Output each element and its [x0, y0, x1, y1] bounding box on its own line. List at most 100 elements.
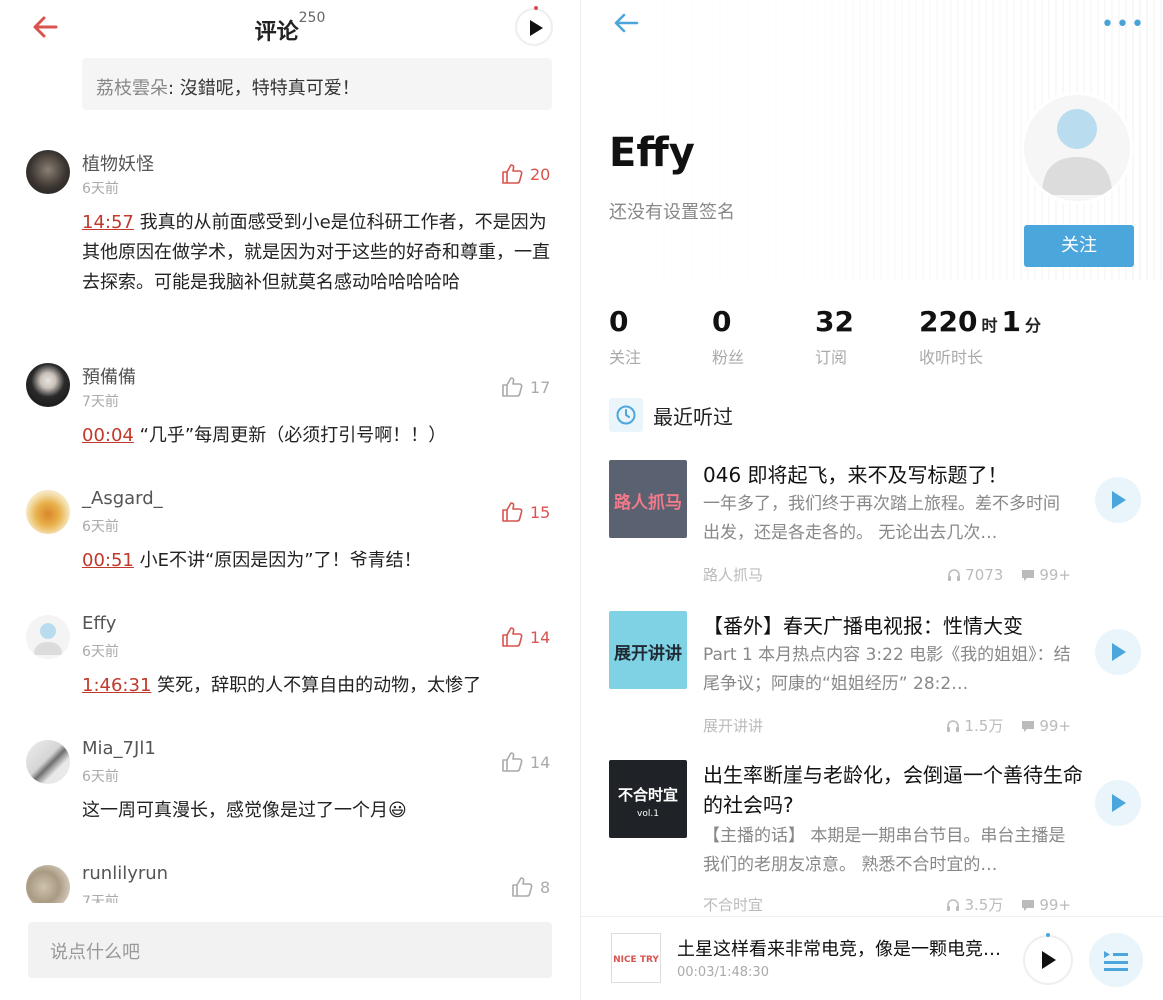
comment-text: 14:57 我真的从前面感受到小e是位科研工作者，不是因为其他原因在做学术，就是… [82, 212, 550, 293]
avatar[interactable] [26, 363, 70, 407]
comment-count: 250 [298, 10, 326, 26]
avatar[interactable] [26, 615, 70, 659]
comment-text: 00:04 “几乎”每周更新（必须打引号啊！！） [82, 425, 447, 446]
player-cover: NICE TRY [611, 933, 661, 983]
episode-item[interactable]: 展开讲讲 【番外】春天广播电视报：性情大变 Part 1 本月热点内容 3:22… [581, 611, 1163, 761]
player-play-button[interactable] [1023, 933, 1073, 985]
stat-subscriptions[interactable]: 32 订阅 [815, 305, 854, 368]
play-icon [1112, 491, 1126, 509]
avatar[interactable] [26, 490, 70, 534]
timestamp-link[interactable]: 00:04 [82, 425, 134, 446]
episode-description: 【主播的话】 本期是一期串台节目。串台主播是我们的老朋友凉意。 熟悉不合时宜的… [703, 826, 1066, 875]
default-avatar-icon [34, 623, 62, 655]
episode-play-button[interactable] [1095, 629, 1141, 675]
profile-avatar[interactable] [1021, 92, 1133, 204]
thumbs-up-icon [502, 752, 523, 772]
playlist-icon [1104, 951, 1128, 971]
comment-time: 7天前 [82, 394, 119, 410]
comment-time: 7天前 [82, 894, 119, 903]
comment-author[interactable]: Effy [82, 613, 116, 634]
comment-author[interactable]: Mia_7Jl1 [82, 738, 156, 759]
mini-player[interactable]: NICE TRY 土星这样看来非常电竞，像是一颗电竞… 00:03/1:48:3… [581, 916, 1163, 1000]
player-title: 土星这样看来非常电竞，像是一颗电竞… [677, 939, 1001, 960]
comment-author[interactable]: runlilyrun [82, 863, 168, 884]
cover-label: 不合时宜 [618, 786, 678, 804]
play-icon [530, 20, 543, 36]
now-playing-button[interactable] [515, 6, 553, 46]
follow-button[interactable]: 关注 [1024, 225, 1134, 267]
like-button[interactable]: 14 [500, 625, 550, 649]
episode-meta: 不合时宜 3.5万 99+ [703, 894, 1071, 915]
episode-item[interactable]: 路人抓马 046 即将起飞，来不及写标题了！ 一年多了，我们终于再次踏上旅程。差… [581, 460, 1163, 610]
play-icon [1112, 643, 1126, 661]
playlist-button[interactable] [1089, 933, 1143, 987]
stat-followers[interactable]: 0 粉丝 [712, 305, 744, 368]
like-button[interactable]: 15 [500, 500, 550, 524]
comment-time: 6天前 [82, 644, 119, 660]
avatar[interactable] [26, 740, 70, 784]
headphones-icon [948, 568, 961, 581]
episode-description: 一年多了，我们终于再次踏上旅程。差不多时间出发，还是各走各的。 无论出去几次… [703, 494, 1060, 543]
thumbs-up-icon [512, 877, 533, 897]
avatar[interactable] [26, 865, 70, 903]
comment-icon [1022, 569, 1035, 581]
episode-title: 【番外】春天广播电视报：性情大变 [703, 614, 1023, 638]
timestamp-link[interactable]: 14:57 [82, 212, 134, 233]
cover-label: 展开讲讲 [614, 643, 682, 664]
play-icon [1112, 794, 1126, 812]
comment-author[interactable]: 預備備 [82, 363, 136, 389]
episode-title: 046 即将起飞，来不及写标题了！ [703, 463, 1008, 487]
progress-dot [1046, 933, 1050, 937]
like-count: 20 [530, 164, 551, 184]
timestamp-link[interactable]: 1:46:31 [82, 675, 151, 696]
comment-time: 6天前 [82, 181, 119, 197]
like-count: 17 [530, 377, 551, 397]
like-button[interactable]: 20 [500, 162, 550, 186]
play-count: 7073 [965, 565, 1004, 584]
quoted-text: : 沒錯呢，特特真可爱！ [168, 78, 360, 99]
stat-listening-time: 220 时 1 分 收听时长 [919, 305, 1041, 367]
profile-name: Effy [609, 130, 695, 176]
comment-item: runlilyrun 7天前 8 [0, 863, 580, 903]
like-count: 14 [530, 752, 551, 772]
like-button[interactable]: 8 [510, 875, 550, 899]
play-icon [1042, 951, 1056, 969]
episode-source[interactable]: 展开讲讲 [703, 715, 928, 736]
thumbs-up-icon [502, 627, 523, 647]
episode-play-button[interactable] [1095, 477, 1141, 523]
episode-cover: 展开讲讲 [609, 611, 687, 689]
profile-signature: 还没有设置签名 [609, 202, 735, 223]
profile-panel: ••• Effy 还没有设置签名 关注 0 关注 0 粉丝 32 订阅 220 时… [581, 0, 1163, 1000]
avatar[interactable] [26, 150, 70, 194]
comment-icon [1022, 899, 1035, 911]
comment-author[interactable]: 植物妖怪 [82, 150, 154, 176]
thumbs-up-icon [502, 502, 523, 522]
back-arrow-icon[interactable] [611, 10, 641, 36]
comment-icon [1022, 720, 1035, 732]
comments-header: 评论250 [0, 0, 580, 56]
comment-input[interactable]: 说点什么吧 [28, 922, 552, 978]
episode-cover: 不合时宜 vol.1 [609, 760, 687, 838]
recent-section-header: 最近听过 [609, 398, 733, 432]
like-count: 8 [540, 877, 551, 897]
episode-source[interactable]: 路人抓马 [703, 564, 929, 585]
stat-following[interactable]: 0 关注 [609, 305, 641, 368]
episode-source[interactable]: 不合时宜 [703, 894, 928, 915]
more-options-icon[interactable]: ••• [1101, 12, 1146, 37]
comment-count: 99+ [1039, 716, 1071, 735]
timestamp-link[interactable]: 00:51 [82, 550, 134, 571]
comment-time: 6天前 [82, 769, 119, 785]
like-button[interactable]: 17 [500, 375, 550, 399]
episode-title: 出生率断崖与老龄化，会倒逼一个善待生命的社会吗? [703, 763, 1083, 817]
like-button[interactable]: 14 [500, 750, 550, 774]
comment-author[interactable]: _Asgard_ [82, 488, 163, 509]
episode-play-button[interactable] [1095, 780, 1141, 826]
episode-meta: 路人抓马 7073 99+ [703, 564, 1071, 585]
headphones-icon [947, 898, 960, 911]
cover-sublabel: vol.1 [637, 809, 659, 819]
episode-item[interactable]: 不合时宜 vol.1 出生率断崖与老龄化，会倒逼一个善待生命的社会吗? 【主播的… [581, 760, 1163, 914]
like-count: 14 [530, 627, 551, 647]
cover-label: NICE TRY [613, 955, 659, 965]
play-count: 1.5万 [964, 717, 1004, 735]
comments-panel: 评论250 荔枝雲朵: 沒錯呢，特特真可爱！ 植物妖怪 6天前 20 14:57… [0, 0, 580, 1000]
